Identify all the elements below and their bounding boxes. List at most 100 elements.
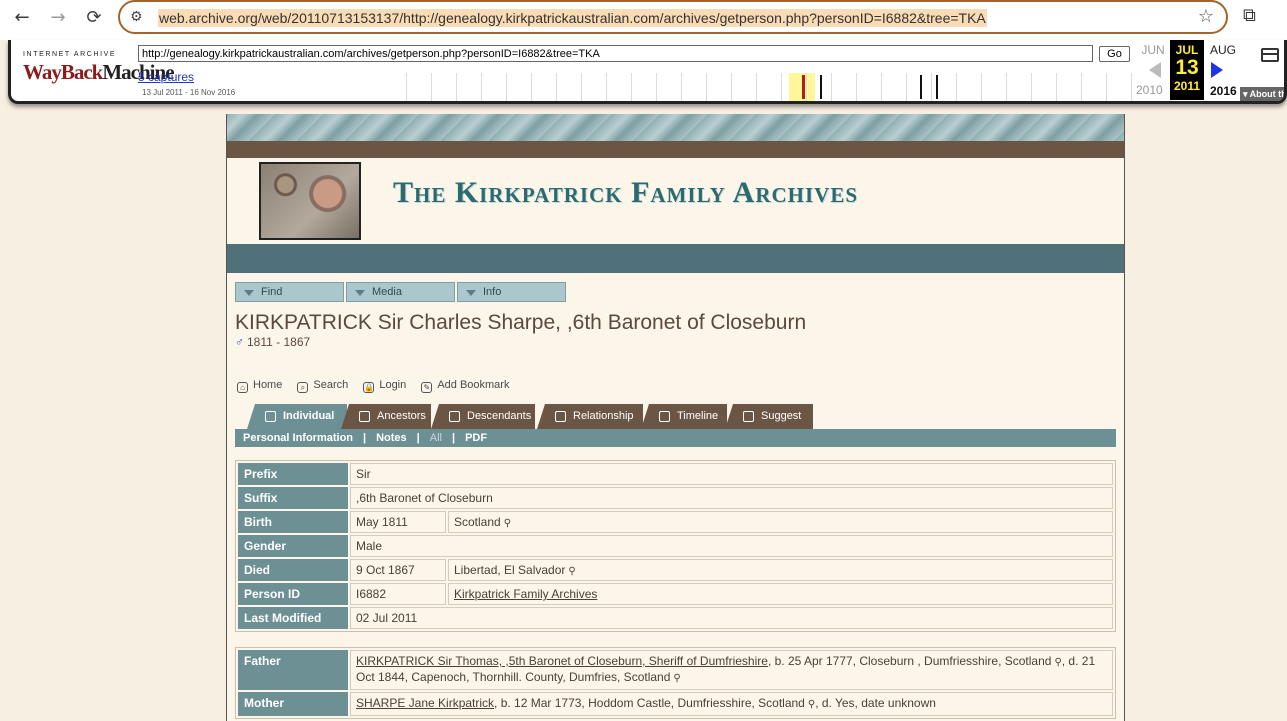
subtab-separator: | <box>363 432 367 444</box>
timeline-tick <box>906 73 907 101</box>
tab-descendants-label: Descendants <box>467 410 532 422</box>
wayback-logo-caption: INTERNET ARCHIVE <box>23 51 117 58</box>
birth-label: Birth <box>238 511 348 533</box>
timeline-tick <box>831 73 832 101</box>
prev-month-label[interactable]: JUN <box>1136 43 1170 57</box>
subtab-notes[interactable]: Notes <box>376 429 407 447</box>
home-link[interactable]: ⌂ Home <box>237 379 282 393</box>
bookmark-star-icon[interactable]: ☆ <box>1198 6 1214 27</box>
personal-info-table: Prefix Sir Suffix ,6th Baronet of Closeb… <box>235 460 1116 632</box>
search-link-label: Search <box>313 379 349 391</box>
address-text[interactable]: web.archive.org/web/20110713153137/http:… <box>158 9 987 27</box>
site-info-icon[interactable]: ⚙ <box>130 9 143 25</box>
screenshot-icon[interactable] <box>1261 48 1279 62</box>
about-capture-button[interactable]: ▾ About th <box>1240 87 1284 101</box>
search-link[interactable]: ⌕ Search <box>297 379 348 393</box>
tree-link[interactable]: Kirkpatrick Family Archives <box>454 587 597 601</box>
header-bar <box>227 244 1124 273</box>
magnifier-icon[interactable]: ⚲ <box>673 673 680 684</box>
tab-relationship[interactable]: Relationship <box>537 404 643 429</box>
capture-timeline[interactable] <box>406 73 1136 101</box>
add-bookmark-link[interactable]: ✎ Add Bookmark <box>421 379 509 393</box>
prefix-value: Sir <box>350 463 1113 485</box>
current-month: JUL <box>1175 43 1199 57</box>
capture-marker[interactable] <box>820 75 822 99</box>
mother-birth: , b. 12 Mar 1773, Hoddom Castle, Dumfrie… <box>494 696 805 710</box>
subtabs-bar: Personal Information | Notes | All | PDF <box>235 429 1116 447</box>
prev-capture-arrow-icon[interactable] <box>1149 62 1161 78</box>
menu-info[interactable]: Info <box>457 282 566 302</box>
timeline-tick <box>781 73 782 101</box>
person-name: KIRKPATRICK Sir Charles Sharpe, ,6th Bar… <box>235 311 807 334</box>
suffix-value: ,6th Baronet of Closeburn <box>350 487 1113 509</box>
last-modified-label: Last Modified <box>238 607 348 629</box>
timeline-tick <box>881 73 882 101</box>
timeline-tick <box>406 73 407 101</box>
person-icon <box>265 411 276 422</box>
person-id-label: Person ID <box>238 583 348 605</box>
tab-ancestors[interactable]: Ancestors <box>341 404 431 429</box>
father-details: KIRKPATRICK Sir Thomas, ,5th Baronet of … <box>350 650 1113 690</box>
father-link[interactable]: KIRKPATRICK Sir Thomas, ,5th Baronet of … <box>356 654 768 668</box>
timeline-tick <box>756 73 757 101</box>
magnifier-icon[interactable]: ⚲ <box>1054 657 1061 668</box>
family-table: Father KIRKPATRICK Sir Thomas, ,5th Baro… <box>235 647 1116 719</box>
subtab-all[interactable]: All <box>430 429 442 447</box>
capture-date-range: 13 Jul 2011 - 16 Nov 2016 <box>142 88 236 97</box>
last-modified-value: 02 Jul 2011 <box>350 607 1113 629</box>
timeline-tick <box>731 73 732 101</box>
tab-suggest[interactable]: Suggest <box>725 404 813 429</box>
next-month-label[interactable]: AUG <box>1206 43 1240 57</box>
table-row: Person ID I6882 Kirkpatrick Family Archi… <box>238 583 1113 605</box>
tree-cell: Kirkpatrick Family Archives <box>448 583 1113 605</box>
timeline-tick <box>481 73 482 101</box>
table-row: Mother SHARPE Jane Kirkpatrick, b. 12 Ma… <box>238 692 1113 716</box>
prefix-label: Prefix <box>238 463 348 485</box>
capture-marker[interactable] <box>802 75 805 99</box>
next-year-label[interactable]: 2016 <box>1210 84 1237 98</box>
capture-marker[interactable] <box>920 75 922 99</box>
subtab-pdf[interactable]: PDF <box>465 429 487 447</box>
back-icon[interactable]: ← <box>8 5 36 31</box>
next-capture-arrow-icon[interactable] <box>1211 62 1223 78</box>
tab-timeline[interactable]: Timeline <box>641 404 727 429</box>
home-link-label: Home <box>253 379 283 391</box>
tab-descendants[interactable]: Descendants <box>431 404 535 429</box>
current-day: 13 <box>1175 56 1199 79</box>
extensions-icon[interactable]: ⧉ <box>1243 5 1256 26</box>
died-label: Died <box>238 559 348 581</box>
descendants-icon <box>449 411 460 422</box>
subtab-separator: | <box>416 432 420 444</box>
prev-year-label[interactable]: 2010 <box>1136 83 1163 97</box>
wayback-url-input[interactable] <box>138 45 1093 62</box>
birth-place-text: Scotland <box>454 515 501 529</box>
wayback-go-button[interactable]: Go <box>1099 46 1130 62</box>
magnifier-icon[interactable]: ⚲ <box>504 518 511 529</box>
menu-media[interactable]: Media <box>346 282 455 302</box>
relationship-icon <box>555 411 566 422</box>
timeline-tick <box>1081 73 1082 101</box>
genealogy-page: The Kirkpatrick Family Archives Find Med… <box>226 114 1125 721</box>
magnifier-icon[interactable]: ⚲ <box>568 566 575 577</box>
person-id-value: I6882 <box>350 583 446 605</box>
tab-individual[interactable]: Individual <box>247 404 347 429</box>
tab-individual-label: Individual <box>283 410 335 422</box>
menu-find[interactable]: Find <box>235 282 344 302</box>
mother-death: , d. Yes, date unknown <box>815 696 936 710</box>
address-bar[interactable]: ⚙ web.archive.org/web/20110713153137/htt… <box>118 0 1228 34</box>
person-lifespan: ♂ 1811 - 1867 <box>235 335 310 349</box>
capture-marker[interactable] <box>936 75 938 99</box>
captures-link[interactable]: 5 captures <box>138 70 194 84</box>
timeline-tick <box>956 73 957 101</box>
timeline-tick <box>1106 73 1107 101</box>
banner-stripe <box>227 141 1124 158</box>
reload-icon[interactable]: ⟳ <box>80 5 108 31</box>
subtab-separator: | <box>451 432 456 444</box>
forward-icon[interactable]: → <box>44 5 72 31</box>
subtab-personal-info[interactable]: Personal Information <box>243 429 353 447</box>
add-bookmark-label: Add Bookmark <box>437 379 510 391</box>
mother-link[interactable]: SHARPE Jane Kirkpatrick <box>356 696 494 710</box>
timeline-tick <box>856 73 857 101</box>
login-link[interactable]: 🔒 Login <box>363 379 406 393</box>
search-icon: ⌕ <box>297 382 309 393</box>
